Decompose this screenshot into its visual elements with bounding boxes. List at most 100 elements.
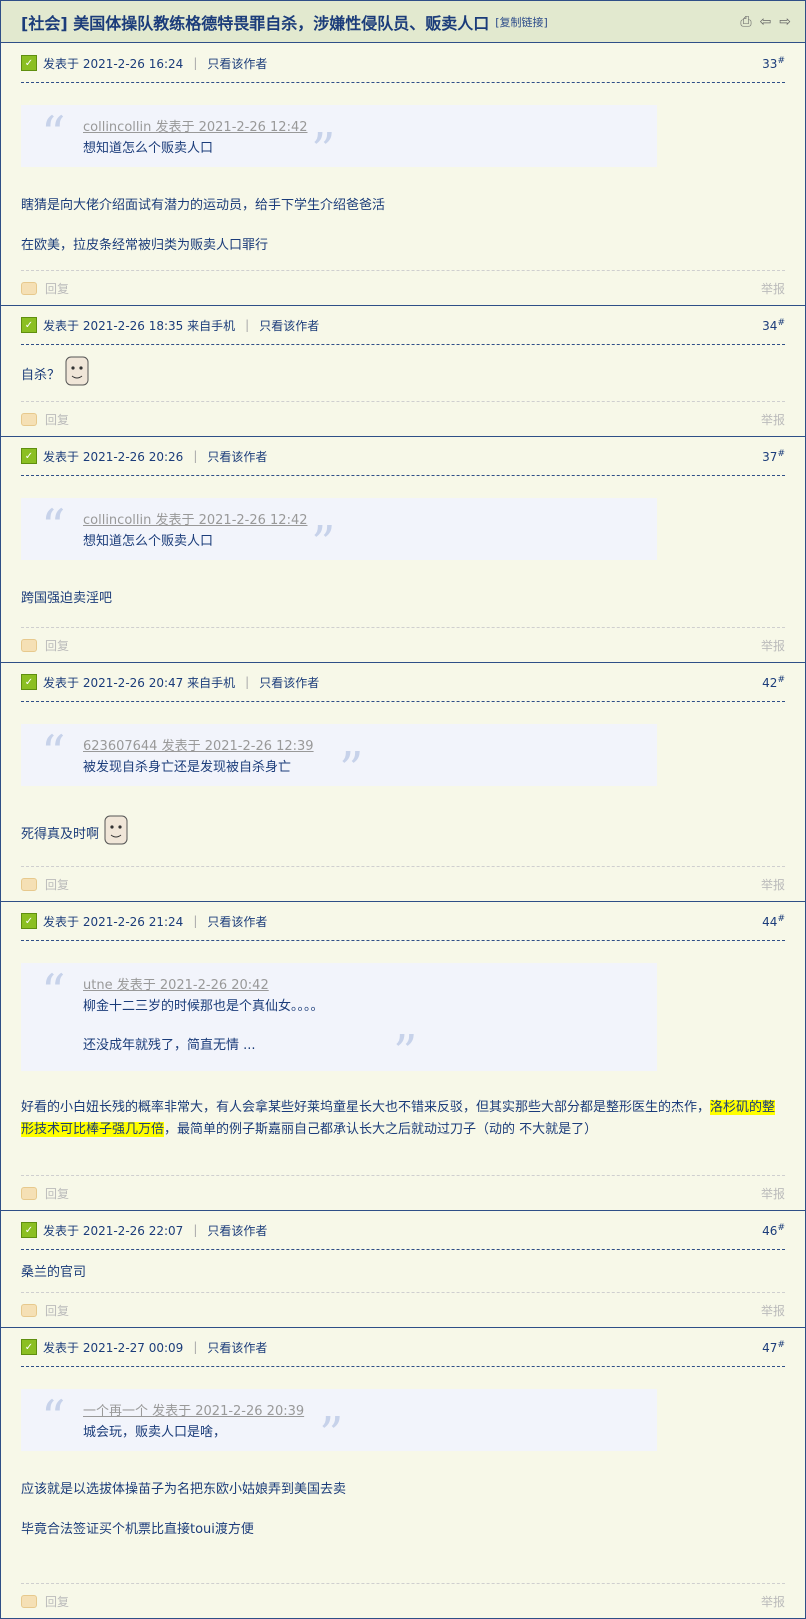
quote-author[interactable]: collincollin 发表于 2021-2-26 12:42 (83, 117, 657, 138)
quote-text: 想知道怎么个贩卖人口 (83, 534, 214, 549)
view-author-link[interactable]: 只看该作者 (207, 913, 267, 930)
post-content: 瞎猜是向大佬介绍面试有潜力的运动员，给手下学生介绍爸爸活 在欧美，拉皮条经常被归… (21, 198, 386, 253)
quote-block: “ 623607644 发表于 2021-2-26 12:39 被发现自杀身亡还… (21, 724, 657, 794)
floor-number: 46# (762, 1222, 785, 1238)
post-meta: ✓ 发表于 2021-2-26 18:35 来自手机 | 只看该作者 34# (21, 306, 785, 345)
floor-number: 42# (762, 674, 785, 690)
copy-link[interactable]: [复制链接] (495, 14, 548, 30)
post-37: ✓ 发表于 2021-2-26 20:26 | 只看该作者 37# “ coll… (1, 437, 805, 663)
post-meta: ✓ 发表于 2021-2-26 20:26 | 只看该作者 37# (21, 437, 785, 476)
post-time: 发表于 2021-2-26 16:24 (43, 56, 184, 71)
prev-thread-icon[interactable]: ⇦ (760, 14, 772, 30)
reply-icon[interactable] (21, 1303, 37, 1317)
post-time: 发表于 2021-2-26 20:26 (43, 449, 184, 464)
open-quote-icon: “ (41, 725, 66, 781)
reply-icon[interactable] (21, 1186, 37, 1200)
open-quote-icon: “ (41, 964, 66, 1020)
open-quote-icon: “ (41, 499, 66, 555)
user-icon: ✓ (21, 448, 37, 464)
post-meta: ✓ 发表于 2021-2-27 00:09 | 只看该作者 47# (21, 1328, 785, 1367)
quote-author[interactable]: collincollin 发表于 2021-2-26 12:42 (83, 510, 657, 531)
post-content: 自杀？ (21, 355, 785, 387)
post-34: ✓ 发表于 2021-2-26 18:35 来自手机 | 只看该作者 34# 自… (1, 306, 805, 437)
view-author-link[interactable]: 只看该作者 (207, 1222, 267, 1239)
view-author-link[interactable]: 只看该作者 (207, 55, 267, 72)
post-46: ✓ 发表于 2021-2-26 22:07 | 只看该作者 46# 桑兰的官司 … (1, 1211, 805, 1328)
report-button[interactable]: 举报 (761, 1593, 785, 1610)
quote-author[interactable]: utne 发表于 2021-2-26 20:42 (83, 975, 657, 996)
open-quote-icon: “ (41, 1390, 66, 1446)
reply-button[interactable]: 回复 (45, 411, 69, 428)
print-icon[interactable]: ⎙ (740, 14, 751, 30)
quote-author[interactable]: 623607644 发表于 2021-2-26 12:39 (83, 736, 657, 757)
close-quote-icon: ” (339, 742, 364, 798)
post-content: 死得真及时啊 (21, 814, 785, 846)
post-content: 桑兰的官司 (21, 1265, 87, 1280)
thread-title: [社会] 美国体操队教练格德特畏罪自杀，涉嫌性侵队员、贩卖人口 (21, 13, 490, 33)
next-thread-icon[interactable]: ⇨ (779, 14, 791, 30)
quote-text: 想知道怎么个贩卖人口 (83, 141, 214, 156)
reply-icon[interactable] (21, 877, 37, 891)
view-author-link[interactable]: 只看该作者 (207, 448, 267, 465)
post-44: ✓ 发表于 2021-2-26 21:24 | 只看该作者 44# “ utne… (1, 902, 805, 1211)
open-quote-icon: “ (41, 106, 66, 162)
reply-icon[interactable] (21, 281, 37, 295)
view-author-link[interactable]: 只看该作者 (259, 674, 319, 691)
face-emoji-icon (104, 815, 128, 845)
reply-icon[interactable] (21, 638, 37, 652)
quote-block: “ collincollin 发表于 2021-2-26 12:42 想知道怎么… (21, 498, 657, 568)
user-icon: ✓ (21, 317, 37, 333)
post-actions: 回复 举报 (21, 1175, 785, 1210)
reply-button[interactable]: 回复 (45, 876, 69, 893)
post-actions: 回复 举报 (21, 866, 785, 901)
close-quote-icon: ” (319, 1407, 344, 1463)
post-actions: 回复 举报 (21, 1583, 785, 1618)
reply-button[interactable]: 回复 (45, 280, 69, 297)
user-icon: ✓ (21, 55, 37, 71)
view-author-link[interactable]: 只看该作者 (207, 1339, 267, 1356)
quote-text: 被发现自杀身亡还是发现被自杀身亡 (83, 760, 292, 775)
user-icon: ✓ (21, 913, 37, 929)
thread-frame: [社会] 美国体操队教练格德特畏罪自杀，涉嫌性侵队员、贩卖人口 [复制链接] ⎙… (0, 0, 806, 1619)
quote-block: “ collincollin 发表于 2021-2-26 12:42 想知道怎么… (21, 105, 657, 175)
quote-text: 柳金十二三岁的时候那也是个真仙女。。。。 (83, 999, 324, 1014)
post-meta: ✓ 发表于 2021-2-26 22:07 | 只看该作者 46# (21, 1211, 785, 1250)
reply-icon[interactable] (21, 1594, 37, 1608)
floor-number: 33# (762, 55, 785, 71)
thread-header: [社会] 美国体操队教练格德特畏罪自杀，涉嫌性侵队员、贩卖人口 [复制链接] ⎙… (1, 1, 805, 43)
post-content: 好看的小白妞长残的概率非常大，有人会拿某些好莱坞童星长大也不错来反驳，但其实那些… (21, 1100, 776, 1137)
quote-block: “ 一个再一个 发表于 2021-2-26 20:39 城会玩，贩卖人口是啥， … (21, 1389, 657, 1459)
quote-block: “ utne 发表于 2021-2-26 20:42 柳金十二三岁的时候那也是个… (21, 963, 657, 1077)
post-meta: ✓ 发表于 2021-2-26 20:47 来自手机 | 只看该作者 42# (21, 663, 785, 702)
view-author-link[interactable]: 只看该作者 (259, 317, 319, 334)
report-button[interactable]: 举报 (761, 637, 785, 654)
report-button[interactable]: 举报 (761, 280, 785, 297)
quote-author[interactable]: 一个再一个 发表于 2021-2-26 20:39 (83, 1401, 657, 1422)
user-icon: ✓ (21, 674, 37, 690)
floor-number: 47# (762, 1339, 785, 1355)
floor-number: 44# (762, 913, 785, 929)
reply-button[interactable]: 回复 (45, 637, 69, 654)
reply-button[interactable]: 回复 (45, 1302, 69, 1319)
report-button[interactable]: 举报 (761, 1185, 785, 1202)
post-actions: 回复 举报 (21, 270, 785, 305)
close-quote-icon: ” (393, 1025, 418, 1081)
report-button[interactable]: 举报 (761, 1302, 785, 1319)
quote-text: 城会玩，贩卖人口是啥， (83, 1425, 227, 1440)
post-time: 发表于 2021-2-27 00:09 (43, 1340, 184, 1355)
reply-button[interactable]: 回复 (45, 1185, 69, 1202)
reply-button[interactable]: 回复 (45, 1593, 69, 1610)
face-emoji-icon (65, 356, 89, 386)
post-actions: 回复 举报 (21, 1292, 785, 1327)
post-time: 发表于 2021-2-26 18:35 来自手机 (43, 318, 236, 333)
report-button[interactable]: 举报 (761, 411, 785, 428)
user-icon: ✓ (21, 1339, 37, 1355)
floor-number: 37# (762, 448, 785, 464)
post-actions: 回复 举报 (21, 401, 785, 436)
quote-text: 还没成年就残了，简直无情 ... (83, 1038, 256, 1053)
post-42: ✓ 发表于 2021-2-26 20:47 来自手机 | 只看该作者 42# “… (1, 663, 805, 902)
reply-icon[interactable] (21, 412, 37, 426)
post-time: 发表于 2021-2-26 22:07 (43, 1223, 184, 1238)
floor-number: 34# (762, 317, 785, 333)
report-button[interactable]: 举报 (761, 876, 785, 893)
